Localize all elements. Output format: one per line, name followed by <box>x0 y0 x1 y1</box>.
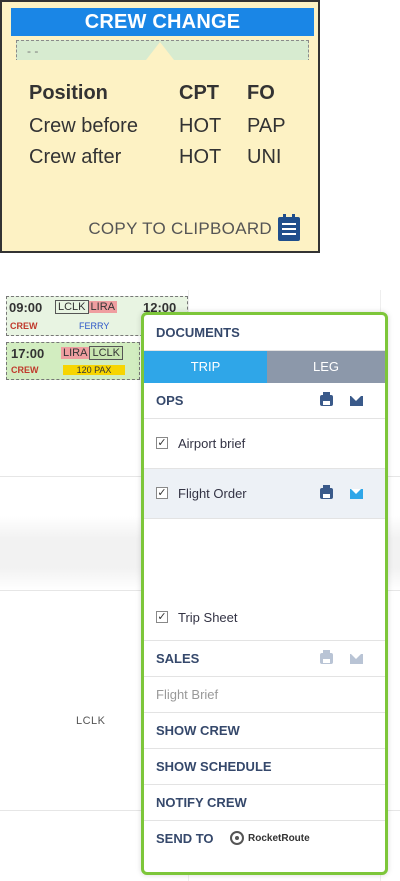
strip-text: - - <box>27 44 39 58</box>
print-icon[interactable] <box>320 650 333 664</box>
flight-time: 17:00 <box>11 346 45 361</box>
crew-cpt-value: HOT <box>179 146 222 168</box>
trip-sheet-label: Trip Sheet <box>178 610 238 625</box>
documents-context-menu: DOCUMENTS TRIP LEG OPS ✓ Airport brief ✓… <box>141 312 388 875</box>
tooltip-pointer <box>146 42 174 60</box>
ops-label: OPS <box>156 393 184 408</box>
crew-change-tooltip: CREW CHANGE - - Position CPT FO Crew bef… <box>0 0 320 253</box>
menu-show-schedule[interactable]: SHOW SCHEDULE <box>144 749 385 785</box>
flight-time: 09:00 <box>9 300 43 315</box>
copy-to-clipboard-button[interactable]: COPY TO CLIPBOARD <box>88 214 300 241</box>
flight-route: LCLK LIRA <box>55 300 117 314</box>
mail-icon[interactable] <box>350 396 363 406</box>
doc-tabs: TRIP LEG <box>144 351 385 383</box>
documents-label: DOCUMENTS <box>156 325 240 340</box>
menu-item-flight-brief[interactable]: Flight Brief <box>144 677 385 713</box>
crew-row-label: Crew before <box>29 115 138 137</box>
tab-trip[interactable]: TRIP <box>144 351 267 383</box>
rocketroute-logo[interactable]: RocketRoute <box>230 831 310 845</box>
departure-airport: LCLK <box>55 300 89 314</box>
checkbox-icon[interactable]: ✓ <box>156 611 168 623</box>
crew-row-label: Crew after <box>29 146 122 168</box>
menu-notify-crew[interactable]: NOTIFY CREW <box>144 785 385 821</box>
print-icon[interactable] <box>320 392 333 406</box>
pax-tag: 120 PAX <box>63 365 125 375</box>
menu-show-crew[interactable]: SHOW CREW <box>144 713 385 749</box>
mail-icon[interactable] <box>350 489 363 499</box>
rocketroute-icon <box>230 831 244 845</box>
menu-item-flight-order[interactable]: ✓ Flight Order <box>144 469 385 519</box>
departure-airport: LIRA <box>61 347 90 359</box>
flight-order-label: Flight Order <box>178 486 247 501</box>
crew-tag: CREW <box>11 365 39 375</box>
rocketroute-label: RocketRoute <box>248 832 310 844</box>
crew-tag: CREW <box>10 321 38 331</box>
header-fo: FO <box>247 82 275 104</box>
menu-sales-row: SALES <box>144 641 385 677</box>
arrival-airport: LIRA <box>88 301 117 313</box>
checkbox-icon[interactable]: ✓ <box>156 437 168 449</box>
menu-ops-row: OPS <box>144 383 385 419</box>
tab-leg[interactable]: LEG <box>267 351 385 383</box>
crew-change-title: CREW CHANGE <box>11 8 314 36</box>
crew-change-body: Position CPT FO Crew before HOT PAP Crew… <box>2 60 318 251</box>
show-crew-label: SHOW CREW <box>156 723 240 738</box>
clipboard-icon <box>278 214 300 241</box>
sales-label: SALES <box>156 651 200 666</box>
crew-cpt-value: HOT <box>179 115 222 137</box>
ferry-tag: FERRY <box>79 321 110 331</box>
print-icon[interactable] <box>320 485 333 499</box>
crew-fo-value: UNI <box>247 146 282 168</box>
menu-send-to[interactable]: SEND TO RocketRoute <box>144 821 385 857</box>
menu-item-trip-sheet[interactable]: ✓ Trip Sheet <box>144 595 385 641</box>
menu-item-airport-brief[interactable]: ✓ Airport brief <box>144 419 385 469</box>
show-schedule-label: SHOW SCHEDULE <box>156 759 272 774</box>
mail-icon[interactable] <box>350 654 363 664</box>
copy-label: COPY TO CLIPBOARD <box>88 219 272 238</box>
send-to-label: SEND TO <box>156 831 214 846</box>
menu-documents-header: DOCUMENTS <box>144 315 385 351</box>
airport-brief-label: Airport brief <box>178 436 246 451</box>
airport-label: LCLK <box>76 715 106 727</box>
flight-block-2[interactable]: 17:00 LIRA LCLK CREW 120 PAX <box>6 342 140 380</box>
header-cpt: CPT <box>179 82 219 104</box>
arrival-airport: LCLK <box>89 346 123 360</box>
header-position: Position <box>29 82 108 104</box>
flight-route: LIRA LCLK <box>61 346 123 360</box>
crew-fo-value: PAP <box>247 115 286 137</box>
checkbox-icon[interactable]: ✓ <box>156 487 168 499</box>
flight-brief-label: Flight Brief <box>156 687 219 702</box>
notify-crew-label: NOTIFY CREW <box>156 795 247 810</box>
